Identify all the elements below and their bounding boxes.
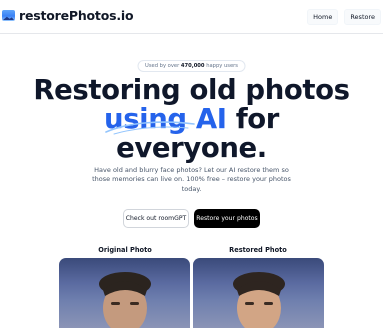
site-header: restorePhotos.io Home Restore [0,0,383,34]
restore-photos-button[interactable]: Restore your photos [194,209,260,228]
roomgpt-button[interactable]: Check out roomGPT [123,209,189,228]
brand-link[interactable]: restorePhotos.io [2,8,134,23]
original-photo [59,258,190,328]
original-photo-label: Original Photo [98,246,152,254]
badge-prefix: Used by over [145,63,180,69]
top-nav: Home Restore [307,9,381,25]
hero-title-line1: Restoring old photos [33,74,350,106]
hero-description: Have old and blurry face photos? Let our… [92,166,291,193]
underline-swoosh-icon [105,121,195,135]
nav-restore-link[interactable]: Restore [344,9,381,25]
photo-landscape-icon [2,10,15,21]
badge-suffix: happy users [206,63,238,69]
restored-photo [193,258,324,328]
restored-photo-label: Restored Photo [229,246,287,254]
hero-title-after-accent: for [226,103,280,135]
users-badge: Used by over 470,000 happy users [137,60,246,72]
badge-count: 470,000 [180,63,205,69]
hero-title-line3: everyone. [116,132,267,164]
nav-home-link[interactable]: Home [307,9,339,25]
brand-name: restorePhotos.io [19,8,134,23]
